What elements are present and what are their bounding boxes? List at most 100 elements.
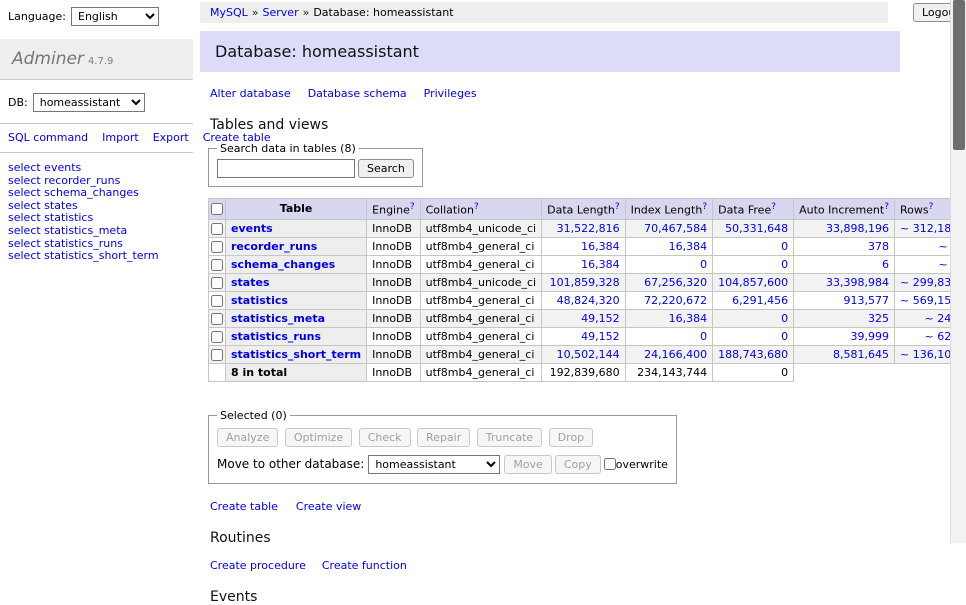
auto-increment-link[interactable]: 33,398,984 bbox=[826, 276, 889, 289]
sidebar-table-link-schema-changes[interactable]: select schema_changes bbox=[8, 187, 185, 200]
data-length-link[interactable]: 16,384 bbox=[581, 240, 620, 253]
auto-increment-link[interactable]: 8,581,645 bbox=[833, 348, 889, 361]
data-length-link[interactable]: 49,152 bbox=[581, 330, 620, 343]
optimize-button[interactable]: Optimize bbox=[285, 428, 352, 447]
row-checkbox[interactable] bbox=[211, 259, 223, 271]
table-name-link[interactable]: statistics_short_term bbox=[231, 348, 361, 361]
row-checkbox[interactable] bbox=[211, 223, 223, 235]
create-table-link-main[interactable]: Create table bbox=[210, 500, 278, 513]
search-input[interactable] bbox=[217, 159, 355, 178]
row-checkbox[interactable] bbox=[211, 331, 223, 343]
sidebar-table-link-events[interactable]: select events bbox=[8, 162, 185, 175]
sidebar: Language:English Adminer4.7.9 DB:homeass… bbox=[0, 0, 193, 543]
create-view-link[interactable]: Create view bbox=[296, 500, 361, 513]
db-select[interactable]: homeassistant bbox=[33, 93, 145, 112]
data-free-link[interactable]: 50,331,648 bbox=[725, 222, 788, 235]
help-link-icon[interactable]: ? bbox=[771, 202, 776, 212]
index-length-link[interactable]: 67,256,320 bbox=[644, 276, 707, 289]
language-label: Language: bbox=[8, 10, 66, 23]
scrollbar-thumb[interactable] bbox=[953, 0, 965, 150]
vertical-scrollbar[interactable] bbox=[950, 0, 966, 543]
table-name-link[interactable]: statistics_meta bbox=[231, 312, 325, 325]
tables-and-views-heading: Tables and views bbox=[210, 117, 912, 133]
data-free-link[interactable]: 6,291,456 bbox=[732, 294, 788, 307]
breadcrumb-server-link[interactable]: Server bbox=[263, 6, 299, 19]
data-length-link[interactable]: 49,152 bbox=[581, 312, 620, 325]
cell-auto-increment: 378 bbox=[794, 237, 895, 255]
analyze-button[interactable]: Analyze bbox=[217, 428, 278, 447]
table-name-link[interactable]: recorder_runs bbox=[231, 240, 317, 253]
index-length-link[interactable]: 70,467,584 bbox=[644, 222, 707, 235]
import-link[interactable]: Import bbox=[102, 131, 139, 144]
copy-button[interactable]: Copy bbox=[555, 455, 601, 474]
data-free-link[interactable]: 0 bbox=[781, 312, 788, 325]
auto-increment-link[interactable]: 913,577 bbox=[844, 294, 890, 307]
index-length-link[interactable]: 0 bbox=[700, 258, 707, 271]
data-free-link[interactable]: 104,857,600 bbox=[718, 276, 788, 289]
data-free-link[interactable]: 188,743,680 bbox=[718, 348, 788, 361]
table-name-link[interactable]: events bbox=[231, 222, 273, 235]
index-length-link[interactable]: 16,384 bbox=[669, 312, 708, 325]
table-name-link[interactable]: statistics_runs bbox=[231, 330, 321, 343]
cell-data-free: 0 bbox=[713, 237, 794, 255]
repair-button[interactable]: Repair bbox=[417, 428, 470, 447]
index-length-link[interactable]: 0 bbox=[700, 330, 707, 343]
data-free-link[interactable]: 0 bbox=[781, 240, 788, 253]
row-checkbox[interactable] bbox=[211, 349, 223, 361]
alter-database-link[interactable]: Alter database bbox=[210, 87, 291, 100]
language-select[interactable]: English bbox=[71, 7, 159, 26]
auto-increment-link[interactable]: 378 bbox=[868, 240, 889, 253]
sql-command-link[interactable]: SQL command bbox=[8, 131, 88, 144]
help-link-icon[interactable]: ? bbox=[615, 202, 620, 212]
row-checkbox[interactable] bbox=[211, 313, 223, 325]
cell-auto-increment: 33,898,196 bbox=[794, 219, 895, 237]
data-length-link[interactable]: 31,522,816 bbox=[557, 222, 620, 235]
row-checkbox[interactable] bbox=[211, 295, 223, 307]
help-link-icon[interactable]: ? bbox=[474, 202, 479, 212]
auto-increment-link[interactable]: 33,898,196 bbox=[826, 222, 889, 235]
privileges-link[interactable]: Privileges bbox=[424, 87, 477, 100]
index-length-link[interactable]: 72,220,672 bbox=[644, 294, 707, 307]
row-checkbox[interactable] bbox=[211, 277, 223, 289]
table-name-link[interactable]: states bbox=[231, 276, 270, 289]
index-length-link[interactable]: 24,166,400 bbox=[644, 348, 707, 361]
help-link-icon[interactable]: ? bbox=[929, 202, 934, 212]
cell-index-length: 0 bbox=[625, 255, 713, 273]
help-link-icon[interactable]: ? bbox=[410, 202, 415, 212]
move-button[interactable]: Move bbox=[504, 455, 552, 474]
truncate-button[interactable]: Truncate bbox=[477, 428, 542, 447]
help-link-icon[interactable]: ? bbox=[884, 202, 889, 212]
auto-increment-link[interactable]: 39,999 bbox=[851, 330, 890, 343]
data-length-link[interactable]: 48,824,320 bbox=[557, 294, 620, 307]
sidebar-table-link-statistics-short-term[interactable]: select statistics_short_term bbox=[8, 250, 185, 263]
data-free-link[interactable]: 0 bbox=[781, 258, 788, 271]
data-length-link[interactable]: 101,859,328 bbox=[550, 276, 620, 289]
cell-data-length: 16,384 bbox=[542, 255, 625, 273]
help-link-icon[interactable]: ? bbox=[702, 202, 707, 212]
row-checkbox[interactable] bbox=[211, 241, 223, 253]
create-procedure-link[interactable]: Create procedure bbox=[210, 559, 306, 572]
export-link[interactable]: Export bbox=[153, 131, 189, 144]
table-name-link[interactable]: schema_changes bbox=[231, 258, 335, 271]
total-engine: InnoDB bbox=[367, 363, 420, 381]
index-length-link[interactable]: 16,384 bbox=[669, 240, 708, 253]
sidebar-table-link-statistics-meta[interactable]: select statistics_meta bbox=[8, 225, 185, 238]
table-row: statistics InnoDB utf8mb4_general_ci 48,… bbox=[209, 291, 966, 309]
table-name-link[interactable]: statistics bbox=[231, 294, 288, 307]
data-free-link[interactable]: 0 bbox=[781, 330, 788, 343]
overwrite-checkbox[interactable] bbox=[604, 458, 616, 470]
breadcrumb-separator: » bbox=[303, 6, 310, 19]
breadcrumb-mysql-link[interactable]: MySQL bbox=[210, 6, 248, 19]
check-button[interactable]: Check bbox=[359, 428, 411, 447]
auto-increment-link[interactable]: 325 bbox=[868, 312, 889, 325]
create-function-link[interactable]: Create function bbox=[322, 559, 407, 572]
auto-increment-link[interactable]: 6 bbox=[882, 258, 889, 271]
data-length-link[interactable]: 16,384 bbox=[581, 258, 620, 271]
database-schema-link[interactable]: Database schema bbox=[308, 87, 407, 100]
search-button[interactable]: Search bbox=[358, 159, 414, 178]
move-db-select[interactable]: homeassistant bbox=[368, 455, 500, 474]
cell-data-length: 10,502,144 bbox=[542, 345, 625, 363]
data-length-link[interactable]: 10,502,144 bbox=[557, 348, 620, 361]
drop-button[interactable]: Drop bbox=[549, 428, 593, 447]
select-all-checkbox[interactable] bbox=[211, 203, 223, 215]
